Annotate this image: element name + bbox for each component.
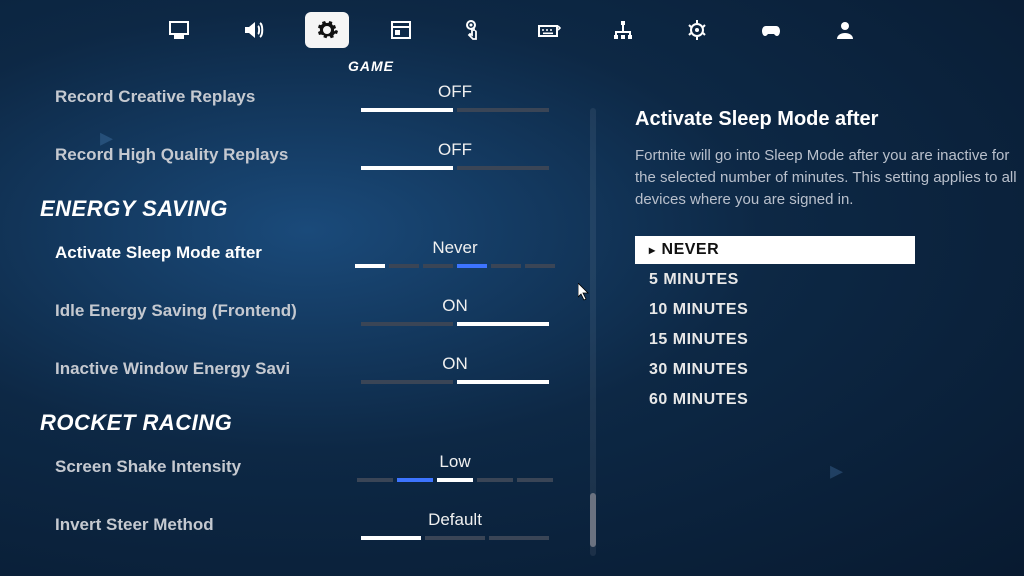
option-item[interactable]: 5 MINUTES [635, 266, 915, 294]
tab-network[interactable] [601, 12, 645, 48]
speaker-icon [241, 18, 265, 42]
gamepad-icon [759, 18, 783, 42]
keyboard-icon [537, 18, 561, 42]
bug-gear-icon [685, 18, 709, 42]
tab-ui[interactable] [379, 12, 423, 48]
tab-debug[interactable] [675, 12, 719, 48]
setting-row[interactable]: Invert Steer MethodDefault [0, 498, 580, 556]
setting-value: ON [355, 354, 555, 374]
section-header: ENERGY SAVING [0, 186, 580, 226]
tab-controller[interactable] [749, 12, 793, 48]
tab-audio[interactable] [231, 12, 275, 48]
setting-value: Default [355, 510, 555, 530]
option-item[interactable]: 10 MINUTES [635, 296, 915, 324]
scrollbar-thumb[interactable] [590, 493, 596, 547]
option-item[interactable]: 30 MINUTES [635, 356, 915, 384]
deco-chevron-icon: ▸ [830, 455, 843, 486]
tab-video[interactable] [157, 12, 201, 48]
setting-value: ON [355, 296, 555, 316]
detail-option-list: NEVER5 MINUTES10 MINUTES15 MINUTES30 MIN… [635, 236, 915, 414]
option-item[interactable]: 15 MINUTES [635, 326, 915, 354]
setting-label: Screen Shake Intensity [55, 457, 355, 477]
setting-label: Record Creative Replays [55, 87, 355, 107]
hand-gear-icon [463, 18, 487, 42]
option-item[interactable]: NEVER [635, 236, 915, 264]
setting-row[interactable]: Activate Sleep Mode afterNever [0, 226, 580, 284]
setting-row[interactable]: Record High Quality ReplaysOFF [0, 128, 580, 186]
detail-description: Fortnite will go into Sleep Mode after y… [635, 145, 1024, 210]
setting-value: Never [355, 238, 555, 258]
setting-value: OFF [355, 82, 555, 102]
user-icon [833, 18, 857, 42]
setting-row[interactable]: Idle Energy Saving (Frontend)ON [0, 284, 580, 342]
setting-label: Inactive Window Energy Savi [55, 359, 355, 379]
window-icon [389, 18, 413, 42]
tab-touch[interactable] [453, 12, 497, 48]
setting-row[interactable]: Inactive Window Energy SaviON [0, 342, 580, 400]
tab-game[interactable] [305, 12, 349, 48]
gear-icon [315, 18, 339, 42]
monitor-icon [167, 18, 191, 42]
settings-list: Record Creative ReplaysOFFRecord High Qu… [0, 70, 580, 576]
option-item[interactable]: 60 MINUTES [635, 386, 915, 414]
setting-label: Idle Energy Saving (Frontend) [55, 301, 355, 321]
setting-label: Invert Steer Method [55, 515, 355, 535]
setting-value: Low [355, 452, 555, 472]
section-header: ROCKET RACING [0, 400, 580, 440]
settings-tab-bar [0, 12, 1024, 48]
setting-row[interactable]: Screen Shake IntensityLow [0, 440, 580, 498]
setting-label: Activate Sleep Mode after [55, 243, 355, 263]
detail-title: Activate Sleep Mode after [635, 108, 1024, 131]
deco-chevron-icon: ▸ [100, 122, 113, 153]
tab-keyboard[interactable] [527, 12, 571, 48]
scrollbar[interactable] [590, 108, 596, 556]
setting-value: OFF [355, 140, 555, 160]
tab-account[interactable] [823, 12, 867, 48]
detail-panel: Activate Sleep Mode after Fortnite will … [635, 108, 1024, 414]
setting-row[interactable]: Record Creative ReplaysOFF [0, 70, 580, 128]
network-icon [611, 18, 635, 42]
